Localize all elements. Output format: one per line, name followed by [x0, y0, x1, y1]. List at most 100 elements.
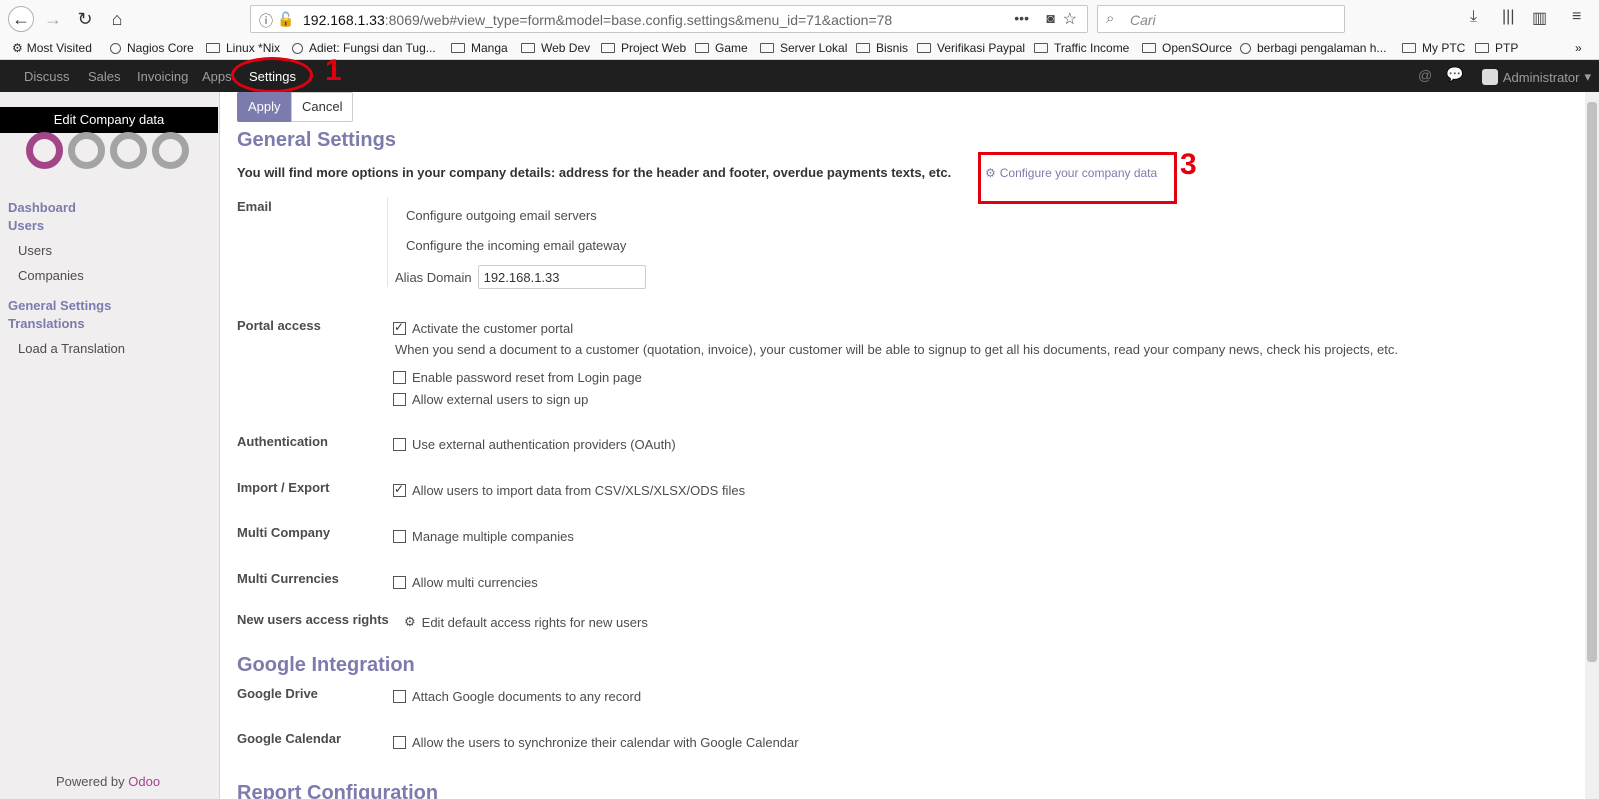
bookmark-item[interactable]: PTP	[1475, 41, 1518, 55]
folder-icon	[521, 43, 535, 53]
user-name: Administrator	[1502, 69, 1580, 85]
cancel-button[interactable]: Cancel	[291, 92, 354, 122]
reload-button[interactable]: ↻	[72, 6, 98, 32]
portal-description: When you send a document to a customer (…	[395, 342, 1398, 357]
caret-down-icon: ▾	[1584, 69, 1591, 84]
portal-activate-checkbox[interactable]	[393, 320, 406, 335]
bookmark-item[interactable]: ⚙ Most Visited	[12, 41, 92, 55]
bookmark-item[interactable]: Traffic Income	[1034, 41, 1129, 55]
folder-icon	[695, 43, 709, 53]
menu-apps[interactable]: Apps	[202, 69, 232, 84]
bookmark-item[interactable]: Web Dev	[521, 41, 590, 55]
sidebar: Edit Company data Dashboard Users Users …	[0, 92, 220, 799]
configure-outgoing-link[interactable]: Configure outgoing email servers	[406, 208, 597, 223]
bookmark-item[interactable]: Project Web	[601, 41, 686, 55]
library-icon[interactable]: |||	[1502, 8, 1514, 26]
multi-currency-checkbox[interactable]	[393, 576, 406, 589]
import-checkbox[interactable]	[393, 482, 406, 497]
odoo-logo[interactable]	[26, 132, 189, 169]
folder-icon	[1142, 43, 1156, 53]
scrollbar-thumb[interactable]	[1587, 102, 1597, 662]
bookmark-item[interactable]: Verifikasi Paypal	[917, 41, 1025, 55]
back-button[interactable]: ←	[8, 6, 34, 32]
annotation-number-1: 1	[325, 54, 342, 87]
page-actions-icon[interactable]: •••	[1014, 10, 1029, 26]
external-signup-checkbox[interactable]	[393, 393, 406, 406]
sidebar-dashboard[interactable]: Dashboard	[8, 200, 76, 215]
apply-button[interactable]: Apply	[237, 92, 292, 122]
menu-discuss[interactable]: Discuss	[24, 69, 70, 84]
bookmark-star-icon[interactable]: ☆	[1063, 9, 1077, 29]
import-export-label: Import / Export	[237, 480, 330, 495]
multi-company-checkbox[interactable]	[393, 530, 406, 543]
menu-invoicing[interactable]: Invoicing	[137, 69, 188, 84]
url-bar[interactable]: ⓘ 🔓 192.168.1.33:8069/web#view_type=form…	[250, 5, 1088, 33]
search-placeholder: Cari	[1130, 12, 1156, 28]
import-row: Allow users to import data from CSV/XLS/…	[393, 482, 745, 498]
sidebar-item-users[interactable]: Users	[18, 243, 52, 258]
google-calendar-row: Allow the users to synchronize their cal…	[393, 735, 799, 750]
oauth-checkbox[interactable]	[393, 438, 406, 451]
authentication-label: Authentication	[237, 434, 328, 449]
scrollbar[interactable]	[1585, 92, 1599, 799]
bookmark-item[interactable]: Game	[695, 41, 748, 55]
bookmark-item[interactable]: Server Lokal	[760, 41, 847, 55]
google-integration-title: Google Integration	[237, 654, 415, 676]
chat-icon[interactable]: 💬	[1446, 66, 1463, 83]
overflow-chevron-icon[interactable]: »	[1575, 41, 1582, 55]
mention-icon[interactable]: @	[1418, 67, 1432, 83]
sidebar-item-companies[interactable]: Companies	[18, 268, 84, 283]
home-button[interactable]: ⌂	[104, 6, 130, 32]
bookmark-item[interactable]: berbagi pengalaman h...	[1240, 41, 1386, 55]
downloads-icon[interactable]: ⤓	[1470, 8, 1477, 26]
portal-access-label: Portal access	[237, 318, 321, 333]
search-input[interactable]: ⌕ Cari	[1097, 5, 1345, 33]
bookmark-item[interactable]: Linux *Nix	[206, 41, 280, 55]
configure-incoming-link[interactable]: Configure the incoming email gateway	[406, 238, 626, 253]
folder-icon	[601, 43, 615, 53]
user-menu[interactable]: Administrator ▾	[1481, 69, 1591, 85]
google-drive-row: Attach Google documents to any record	[393, 689, 641, 704]
sidebar-item-general-settings[interactable]: General Settings	[8, 298, 111, 313]
google-calendar-checkbox[interactable]	[393, 736, 406, 749]
odoo-link[interactable]: Odoo	[128, 774, 160, 789]
pocket-icon[interactable]: ◙	[1047, 10, 1055, 26]
site-info-icon[interactable]: ⓘ	[259, 11, 273, 31]
configure-company-link[interactable]: ⚙ Configure your company data	[985, 166, 1157, 180]
alias-domain-row: Alias Domain	[395, 265, 646, 289]
search-icon: ⌕	[1106, 10, 1115, 27]
insecure-lock-icon: 🔓	[277, 11, 295, 27]
menu-sales[interactable]: Sales	[88, 69, 121, 84]
folder-icon	[1034, 43, 1048, 53]
bookmark-item[interactable]: Bisnis	[856, 41, 908, 55]
menu-icon[interactable]: ≡	[1572, 8, 1581, 26]
company-details-note: You will find more options in your compa…	[237, 165, 952, 180]
bookmark-item[interactable]: OpenSOurce	[1142, 41, 1232, 55]
sidebar-toggle-icon[interactable]: ▥	[1532, 8, 1547, 28]
new-users-label: New users access rights	[237, 612, 389, 627]
google-drive-label: Google Drive	[237, 686, 318, 701]
sidebar-item-load-translation[interactable]: Load a Translation	[18, 341, 125, 356]
globe-icon	[292, 42, 303, 54]
password-reset-row: Enable password reset from Login page	[393, 370, 642, 385]
gear-icon: ⚙	[12, 41, 23, 55]
browser-toolbar: ← → ↻ ⌂ ⓘ 🔓 192.168.1.33:8069/web#view_t…	[0, 0, 1599, 38]
forward-button[interactable]: →	[40, 6, 66, 32]
google-calendar-label: Google Calendar	[237, 731, 342, 746]
bookmark-item[interactable]: My PTC	[1402, 41, 1465, 55]
sidebar-users-heading: Users	[8, 218, 45, 233]
external-signup-row: Allow external users to sign up	[393, 392, 588, 407]
bookmark-item[interactable]: Adiet: Fungsi dan Tug...	[292, 41, 436, 55]
folder-icon	[856, 43, 870, 53]
google-drive-checkbox[interactable]	[393, 690, 406, 703]
bookmark-item[interactable]: Nagios Core	[110, 41, 194, 55]
password-reset-checkbox[interactable]	[393, 371, 406, 384]
bookmark-item[interactable]: Manga	[451, 41, 508, 55]
divider	[387, 197, 388, 287]
url-text: 192.168.1.33:8069/web#view_type=form&mod…	[303, 12, 893, 28]
multi-company-row: Manage multiple companies	[393, 529, 574, 544]
settings-form: Apply Cancel General Settings You will f…	[221, 92, 1585, 799]
annotation-circle-1	[231, 57, 313, 93]
new-users-link[interactable]: ⚙ Edit default access rights for new user…	[404, 614, 648, 630]
alias-domain-input[interactable]	[477, 265, 646, 289]
